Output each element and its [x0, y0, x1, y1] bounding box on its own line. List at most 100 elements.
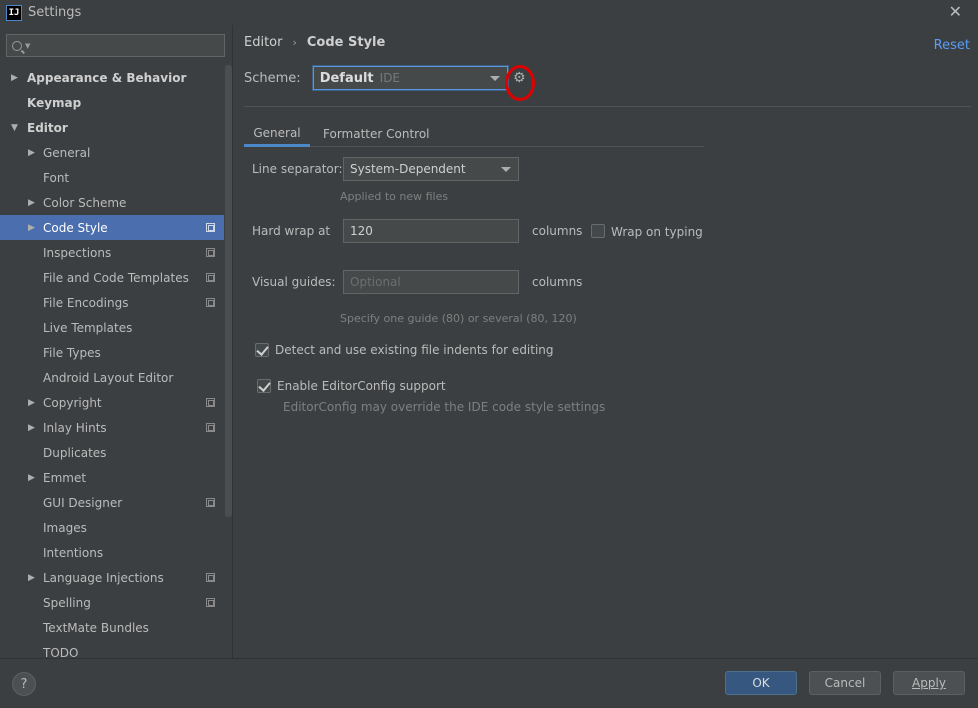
- settings-search[interactable]: ▼: [6, 34, 225, 57]
- sidebar-item-label: Keymap: [27, 95, 82, 110]
- dialog-footer: ? OK Cancel Apply: [0, 658, 978, 708]
- sidebar-item-label: Language Injections: [43, 570, 164, 585]
- sidebar-item-editor[interactable]: ▼ Editor: [0, 115, 224, 140]
- title-bar: IJ Settings ✕: [0, 0, 978, 25]
- search-options-icon[interactable]: ▼: [25, 42, 30, 50]
- chevron-right-icon[interactable]: ▶: [28, 223, 35, 233]
- chevron-right-icon[interactable]: ▶: [28, 473, 35, 483]
- chevron-right-icon[interactable]: ▶: [28, 423, 35, 433]
- sidebar-item-spelling[interactable]: Spelling: [0, 590, 224, 615]
- sidebar-item-emmet[interactable]: ▶ Emmet: [0, 465, 224, 490]
- help-button[interactable]: ?: [12, 672, 36, 696]
- close-icon[interactable]: ✕: [949, 2, 962, 21]
- sidebar-item-live-templates[interactable]: Live Templates: [0, 315, 224, 340]
- apply-button[interactable]: Apply: [893, 671, 965, 695]
- detect-indents-checkbox[interactable]: [255, 343, 269, 357]
- sidebar-item-label: Android Layout Editor: [43, 370, 174, 385]
- project-scope-icon: [206, 498, 215, 507]
- sidebar-item-language-injections[interactable]: ▶ Language Injections: [0, 565, 224, 590]
- line-separator-label: Line separator:: [252, 162, 343, 176]
- chevron-right-icon[interactable]: ▶: [28, 573, 35, 583]
- visual-guides-label: Visual guides:: [252, 275, 336, 289]
- breadcrumb: Editor › Code Style: [244, 35, 385, 50]
- project-scope-icon: [206, 298, 215, 307]
- settings-content: Editor › Code Style Reset Scheme: Defaul…: [233, 25, 978, 658]
- breadcrumb-current: Code Style: [306, 35, 386, 50]
- sidebar-item-keymap[interactable]: Keymap: [0, 90, 224, 115]
- intellij-logo-icon: IJ: [6, 4, 22, 21]
- project-scope-icon: [206, 398, 215, 407]
- sidebar-item-label: Copyright: [43, 395, 102, 410]
- breadcrumb-parent: Editor: [244, 35, 283, 50]
- tab-general[interactable]: General: [244, 121, 310, 147]
- sidebar-item-file-and-code-templates[interactable]: File and Code Templates: [0, 265, 224, 290]
- scheme-dropdown[interactable]: Default IDE: [312, 66, 508, 90]
- sidebar-item-duplicates[interactable]: Duplicates: [0, 440, 224, 465]
- sidebar-item-general[interactable]: ▶ General: [0, 140, 224, 165]
- sidebar-item-label: Inspections: [43, 245, 112, 260]
- sidebar-item-label: Code Style: [43, 220, 108, 235]
- wrap-on-typing-checkbox[interactable]: [591, 224, 605, 238]
- sidebar-item-label: Duplicates: [43, 445, 107, 460]
- sidebar-item-label: TODO: [43, 645, 79, 659]
- sidebar-item-inspections[interactable]: Inspections: [0, 240, 224, 265]
- sidebar-item-textmate-bundles[interactable]: TextMate Bundles: [0, 615, 224, 640]
- sidebar-item-appearance-behavior[interactable]: ▶ Appearance & Behavior: [0, 65, 224, 90]
- sidebar-item-label: Appearance & Behavior: [27, 70, 187, 85]
- hard-wrap-label: Hard wrap at: [252, 224, 331, 238]
- sidebar-item-label: Font: [43, 170, 70, 185]
- hard-wrap-unit: columns: [532, 224, 583, 238]
- chevron-right-icon[interactable]: ▶: [11, 73, 18, 83]
- ok-button[interactable]: OK: [725, 671, 797, 695]
- reset-link[interactable]: Reset: [934, 38, 970, 53]
- search-input[interactable]: [34, 38, 224, 53]
- sidebar-item-label: Emmet: [43, 470, 87, 485]
- sidebar-item-font[interactable]: Font: [0, 165, 224, 190]
- chevron-right-icon[interactable]: ▶: [28, 148, 35, 158]
- chevron-right-icon[interactable]: ▶: [28, 198, 35, 208]
- scheme-kind: IDE: [379, 71, 401, 85]
- editorconfig-hint: EditorConfig may override the IDE code s…: [283, 400, 606, 414]
- visual-guides-placeholder: Optional: [350, 275, 401, 289]
- sidebar-scrollbar[interactable]: [225, 65, 232, 517]
- divider: [244, 106, 971, 107]
- project-scope-icon: [206, 423, 215, 432]
- sidebar-item-label: Images: [43, 520, 87, 535]
- chevron-down-icon[interactable]: ▼: [11, 123, 18, 133]
- sidebar-item-todo[interactable]: TODO: [0, 640, 224, 659]
- sidebar-item-label: Color Scheme: [43, 195, 127, 210]
- line-separator-value: System-Dependent: [350, 162, 466, 176]
- sidebar-item-gui-designer[interactable]: GUI Designer: [0, 490, 224, 515]
- settings-tree: ▶ Appearance & Behavior Keymap ▼ Editor ▶ Gene…: [0, 65, 224, 658]
- sidebar-item-file-types[interactable]: File Types: [0, 340, 224, 365]
- chevron-right-icon[interactable]: ▶: [28, 398, 35, 408]
- sidebar-item-intentions[interactable]: Intentions: [0, 540, 224, 565]
- cancel-button[interactable]: Cancel: [809, 671, 881, 695]
- visual-guides-input[interactable]: Optional: [343, 270, 519, 294]
- sidebar-item-label: File and Code Templates: [43, 270, 189, 285]
- sidebar-item-label: File Types: [43, 345, 101, 360]
- project-scope-icon: [206, 273, 215, 282]
- sidebar-item-label: Spelling: [43, 595, 91, 610]
- sidebar-item-color-scheme[interactable]: ▶ Color Scheme: [0, 190, 224, 215]
- scheme-row: Scheme: Default IDE: [244, 66, 508, 90]
- hard-wrap-input[interactable]: 120: [343, 219, 519, 243]
- line-separator-dropdown[interactable]: System-Dependent: [343, 157, 519, 181]
- detect-indents-label[interactable]: Detect and use existing file indents for…: [275, 343, 554, 357]
- sidebar-item-file-encodings[interactable]: File Encodings: [0, 290, 224, 315]
- sidebar-item-images[interactable]: Images: [0, 515, 224, 540]
- sidebar-item-code-style[interactable]: ▶ Code Style: [0, 215, 224, 240]
- sidebar-item-label: Inlay Hints: [43, 420, 107, 435]
- editorconfig-label[interactable]: Enable EditorConfig support: [277, 379, 446, 393]
- scheme-actions-button[interactable]: ⚙: [503, 63, 539, 103]
- wrap-on-typing-label[interactable]: Wrap on typing: [611, 225, 703, 239]
- project-scope-icon: [206, 598, 215, 607]
- sidebar-item-copyright[interactable]: ▶ Copyright: [0, 390, 224, 415]
- editorconfig-checkbox[interactable]: [257, 379, 271, 393]
- tab-bar: General Formatter Control: [244, 121, 704, 147]
- tab-formatter-control[interactable]: Formatter Control: [323, 121, 430, 147]
- hard-wrap-value: 120: [350, 224, 373, 238]
- sidebar-item-inlay-hints[interactable]: ▶ Inlay Hints: [0, 415, 224, 440]
- sidebar-item-android-layout-editor[interactable]: Android Layout Editor: [0, 365, 224, 390]
- search-icon: [12, 40, 22, 51]
